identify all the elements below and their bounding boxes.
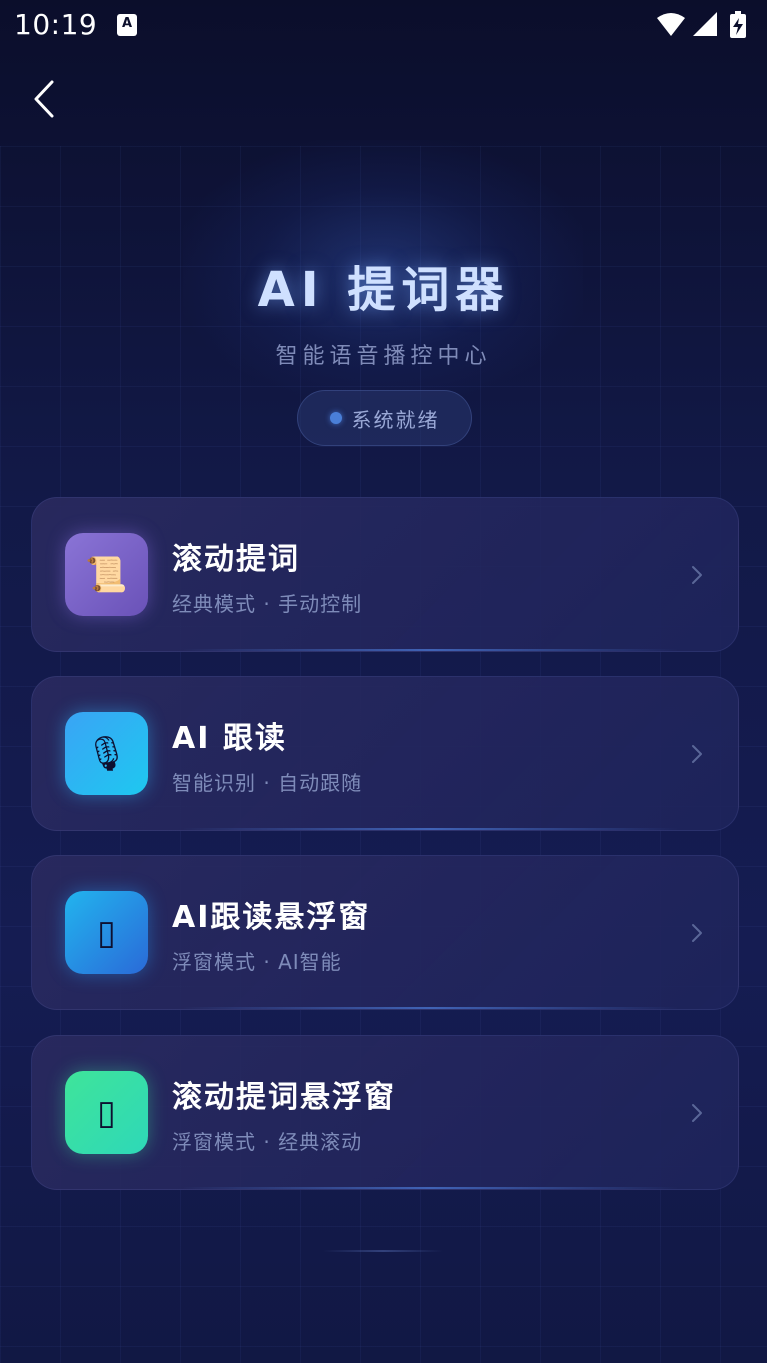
scroll-icon-glyph: 📜 [85,554,128,595]
microphone-icon-glyph: 🎙 [84,733,129,774]
status-dot-icon [329,412,342,424]
card-subtitle: 浮窗模式 · 经典滚动 [172,1130,363,1154]
microphone-icon: 🎙 [65,712,148,795]
mode-card-scroll-prompter[interactable]: 📜 滚动提词 经典模式 · 手动控制 [31,497,739,652]
window-icon: ▯ [65,891,148,974]
window-icon-glyph: ▯ [97,1092,116,1133]
window-icon-glyph: ▯ [97,912,116,953]
card-subtitle: 经典模式 · 手动控制 [172,592,363,616]
notification-a-icon: A [117,14,137,36]
scroll-icon: 📜 [65,533,148,616]
chevron-right-icon [692,566,702,584]
mode-card-scroll-floating-window[interactable]: ▯ 滚动提词悬浮窗 浮窗模式 · 经典滚动 [31,1035,739,1190]
mode-card-ai-follow-floating-window[interactable]: ▯ AI跟读悬浮窗 浮窗模式 · AI智能 [31,855,739,1010]
screen: 10:19 A AI 提词器 智能语音播控中心 系统就绪 📜 滚动提词 经典模式… [0,0,767,1363]
battery-charging-icon [730,11,746,38]
card-title: AI 跟读 [172,721,287,756]
card-subtitle: 浮窗模式 · AI智能 [172,950,342,974]
chevron-right-icon [692,1104,702,1122]
page-title: AI 提词器 [257,262,510,318]
card-subtitle: 智能识别 · 自动跟随 [172,771,363,795]
signal-icon [693,12,717,36]
status-icons [657,11,746,38]
page-subtitle: 智能语音播控中心 [275,344,492,369]
back-button[interactable] [22,76,68,122]
chevron-right-icon [692,924,702,942]
window-icon: ▯ [65,1071,148,1154]
card-title: AI跟读悬浮窗 [172,900,371,935]
wifi-icon [657,13,685,36]
chevron-right-icon [692,745,702,763]
card-title: 滚动提词悬浮窗 [172,1080,396,1115]
system-status-badge: 系统就绪 [297,390,472,446]
status-bar: 10:19 A [0,0,767,52]
status-time: 10:19 [14,8,98,41]
chevron-left-icon [34,80,54,118]
card-title: 滚动提词 [172,542,300,577]
divider [323,1250,443,1252]
status-text: 系统就绪 [351,407,440,432]
mode-card-ai-follow-read[interactable]: 🎙 AI 跟读 智能识别 · 自动跟随 [31,676,739,831]
